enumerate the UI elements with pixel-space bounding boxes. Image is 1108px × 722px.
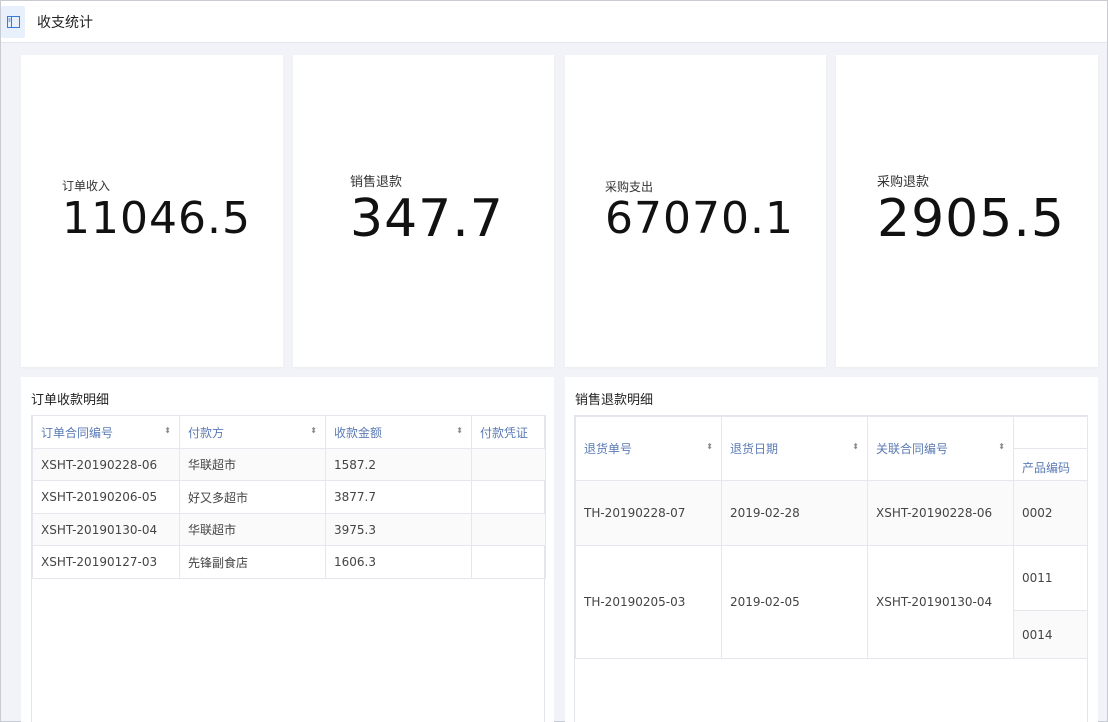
cell-product-code: 0002 (1013, 480, 1088, 546)
sidebar-toggle-button[interactable] (1, 5, 25, 38)
panel-title: 订单收款明细 (31, 393, 110, 408)
table-row[interactable]: XSHT-20190206-05 好又多超市 3877.7 (32, 480, 546, 514)
cell-product-code: 0014 (1013, 610, 1088, 659)
cell-return-no: TH-20190228-07 (575, 480, 722, 546)
stat-value: 2905.5 (877, 189, 1065, 249)
table-row[interactable]: XSHT-20190130-04 华联超市 3975.3 (32, 513, 546, 546)
sort-icon[interactable]: ⬍ (164, 426, 171, 436)
column-header-return-no[interactable]: 退货单号 ⬍ (575, 416, 722, 481)
sales-refunds-panel: 销售退款明细 退货单号 ⬍ 退货日期 ⬍ 关联合同编号 ⬍ 产品编码 TH-20190… (565, 377, 1098, 722)
column-header-return-date[interactable]: 退货日期 ⬍ (721, 416, 868, 481)
stat-label: 订单收入 (62, 179, 111, 193)
sort-icon[interactable]: ⬍ (310, 426, 317, 436)
refund-table: 退货单号 ⬍ 退货日期 ⬍ 关联合同编号 ⬍ 产品编码 TH-20190228-07 … (575, 416, 1088, 659)
refund-grid: 退货单号 ⬍ 退货日期 ⬍ 关联合同编号 ⬍ 产品编码 TH-20190228-07 … (574, 415, 1088, 722)
stat-label: 销售退款 (350, 175, 403, 190)
cell-contract-no: XSHT-20190130-04 (32, 513, 180, 546)
column-header-amount[interactable]: 收款金额 ⬍ (325, 415, 472, 449)
cell-payer: 华联超市 (179, 448, 326, 481)
stat-card-sales-refund: 销售退款 347.7 (293, 55, 554, 367)
order-receipts-panel: 订单收款明细 订单合同编号 ⬍ 付款方 ⬍ 收款金额 ⬍ 付款凭证 XSHT-2019… (21, 377, 554, 722)
column-header-voucher[interactable]: 付款凭证 (471, 415, 546, 449)
table-row[interactable]: TH-20190228-07 2019-02-28 XSHT-20190228-… (575, 480, 1088, 546)
panel-title: 销售退款明细 (575, 393, 654, 408)
cell-contract-no: XSHT-20190127-03 (32, 545, 180, 579)
cell-return-date: 2019-02-28 (721, 480, 868, 546)
cell-amount: 3877.7 (325, 480, 472, 514)
sort-icon[interactable]: ⬍ (456, 426, 463, 436)
stat-card-purchase-refund: 采购退款 2905.5 (836, 55, 1098, 367)
stat-value: 11046.5 (62, 193, 251, 244)
column-group-header (1013, 416, 1088, 449)
cell-payer: 先锋副食店 (179, 545, 326, 579)
cell-amount: 1587.2 (325, 448, 472, 481)
column-header-contract-no[interactable]: 订单合同编号 ⬍ (32, 415, 180, 449)
cell-payer: 华联超市 (179, 513, 326, 546)
cell-voucher (471, 545, 546, 579)
column-header-related-contract[interactable]: 关联合同编号 ⬍ (867, 416, 1014, 481)
column-header-payer[interactable]: 付款方 ⬍ (179, 415, 326, 449)
stat-value: 347.7 (350, 189, 504, 249)
cell-voucher (471, 480, 546, 514)
sort-icon[interactable]: ⬍ (706, 442, 713, 452)
cell-return-no: TH-20190205-03 (575, 545, 722, 659)
cell-contract-no: XSHT-20190206-05 (32, 480, 180, 514)
cell-voucher (471, 448, 546, 481)
cell-voucher (471, 513, 546, 546)
table-row[interactable]: TH-20190205-03 2019-02-05 XSHT-20190130-… (575, 545, 1088, 659)
cell-amount: 3975.3 (325, 513, 472, 546)
table-row[interactable]: XSHT-20190127-03 先锋副食店 1606.3 (32, 545, 546, 579)
page-title: 收支统计 (37, 14, 93, 31)
stat-card-order-income: 订单收入 11046.5 (21, 55, 283, 367)
sort-icon[interactable]: ⬍ (852, 442, 859, 452)
cell-contract-no: XSHT-20190228-06 (32, 448, 180, 481)
stat-value: 67070.1 (605, 193, 794, 244)
order-table: 订单合同编号 ⬍ 付款方 ⬍ 收款金额 ⬍ 付款凭证 XSHT-20190228-06… (32, 415, 546, 579)
stat-card-purchase-expense: 采购支出 67070.1 (565, 55, 826, 367)
cell-payer: 好又多超市 (179, 480, 326, 514)
panel-toggle-icon (6, 15, 20, 28)
cell-amount: 1606.3 (325, 545, 472, 579)
table-row[interactable]: XSHT-20190228-06 华联超市 1587.2 (32, 448, 546, 481)
sort-icon[interactable]: ⬍ (998, 442, 1005, 452)
cell-related-contract: XSHT-20190130-04 (867, 545, 1014, 659)
cell-return-date: 2019-02-05 (721, 545, 868, 659)
order-grid: 订单合同编号 ⬍ 付款方 ⬍ 收款金额 ⬍ 付款凭证 XSHT-20190228-06… (31, 415, 546, 722)
column-header-product-code[interactable]: 产品编码 (1013, 448, 1088, 481)
cell-related-contract: XSHT-20190228-06 (867, 480, 1014, 546)
top-bar: 收支统计 (1, 1, 1107, 43)
stat-label: 采购退款 (877, 175, 930, 190)
cell-product-code: 0011 (1013, 545, 1088, 611)
